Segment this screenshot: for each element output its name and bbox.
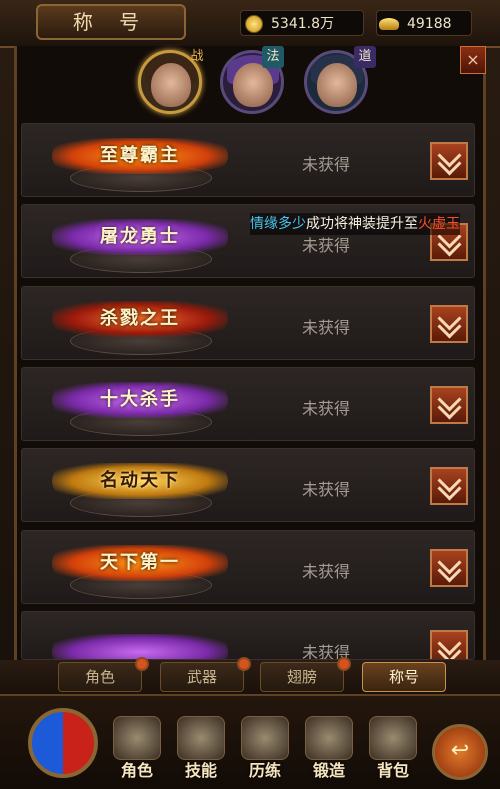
title-badge: 天下第一 [52, 545, 228, 581]
nav-label: 背包 [376, 761, 409, 780]
back-button[interactable]: ↩ [432, 724, 488, 780]
title-badge: 名动天下 [52, 463, 228, 499]
expand-button[interactable] [430, 386, 468, 424]
nav-label: 角色 [120, 761, 153, 780]
tab-label: 角色 [84, 668, 115, 686]
notification-dot-icon [237, 657, 251, 671]
expand-button[interactable] [430, 549, 468, 587]
title-badge: 屠龙勇士 [52, 219, 228, 255]
tab-label: 称号 [388, 668, 419, 686]
title-status: 未获得 [302, 318, 351, 337]
nav-forge-button[interactable]: 锻造 [300, 716, 358, 784]
nav-label: 技能 [184, 761, 217, 780]
nav-bag-button[interactable]: 背包 [364, 716, 422, 784]
helmet-icon [113, 716, 161, 760]
title-row: 至尊霸主 未获得 [21, 123, 475, 197]
title-row: 天下第一 未获得 [21, 530, 475, 604]
gold-coin-icon [243, 13, 265, 33]
title-status: 未获得 [302, 399, 351, 418]
title-row: 名动天下 未获得 [21, 448, 475, 522]
tab-character[interactable]: 角色 [58, 657, 149, 692]
gold-currency: 5341.8万 [240, 10, 364, 36]
title-status: 未获得 [302, 155, 351, 174]
top-bar: 称 号 5341.8万 49188 [0, 0, 500, 48]
expand-button[interactable] [430, 467, 468, 505]
nav-training-button[interactable]: 历练 [236, 716, 294, 784]
notification-dot-icon [337, 657, 351, 671]
nav-label: 历练 [248, 761, 281, 780]
tab-title[interactable]: 称号 [362, 662, 446, 692]
nav-label: 锻造 [312, 761, 345, 780]
expand-button[interactable] [430, 630, 468, 659]
hp-mp-orb-icon [28, 708, 98, 778]
armor-icon [241, 716, 289, 760]
nav-character-button[interactable]: 角色 [108, 716, 166, 784]
announce-player: 情缘多少 [250, 216, 306, 232]
gold-ingot-icon [379, 13, 401, 33]
title-status: 未获得 [302, 562, 351, 581]
bag-icon [369, 716, 417, 760]
title-badge: 杀戮之王 [52, 301, 228, 337]
title-row: 未获得 [21, 611, 475, 660]
gold-value: 5341.8万 [271, 16, 334, 32]
ingot-currency: 49188 [376, 10, 472, 36]
ingot-value: 49188 [407, 16, 452, 32]
expand-button[interactable] [430, 142, 468, 180]
anvil-icon [305, 716, 353, 760]
tab-weapon[interactable]: 武器 [160, 657, 251, 692]
nav-skill-button[interactable]: 技能 [172, 716, 230, 784]
announce-text: 成功将神装提升至 [306, 216, 418, 232]
title-row: 杀戮之王 未获得 [21, 286, 475, 360]
tab-wings[interactable]: 翅膀 [260, 657, 351, 692]
system-announcement: 情缘多少成功将神装提升至火虚玉 [250, 213, 460, 235]
title-badge: 至尊霸主 [52, 138, 228, 174]
expand-button[interactable] [430, 305, 468, 343]
title-status: 未获得 [302, 236, 351, 255]
close-button[interactable]: × [460, 46, 486, 74]
tab-label: 翅膀 [286, 668, 317, 686]
class-tag-taoist: 道 [354, 46, 376, 68]
announce-item: 火虚玉 [418, 216, 460, 232]
title-status: 未获得 [302, 480, 351, 499]
class-tag-warrior: 战 [190, 49, 204, 64]
class-tag-mage: 法 [262, 46, 284, 68]
tab-label: 武器 [186, 668, 217, 686]
scroll-icon [177, 716, 225, 760]
notification-dot-icon [135, 657, 149, 671]
title-badge: 十大杀手 [52, 382, 228, 418]
title-row: 十大杀手 未获得 [21, 367, 475, 441]
page-title: 称 号 [36, 4, 186, 40]
